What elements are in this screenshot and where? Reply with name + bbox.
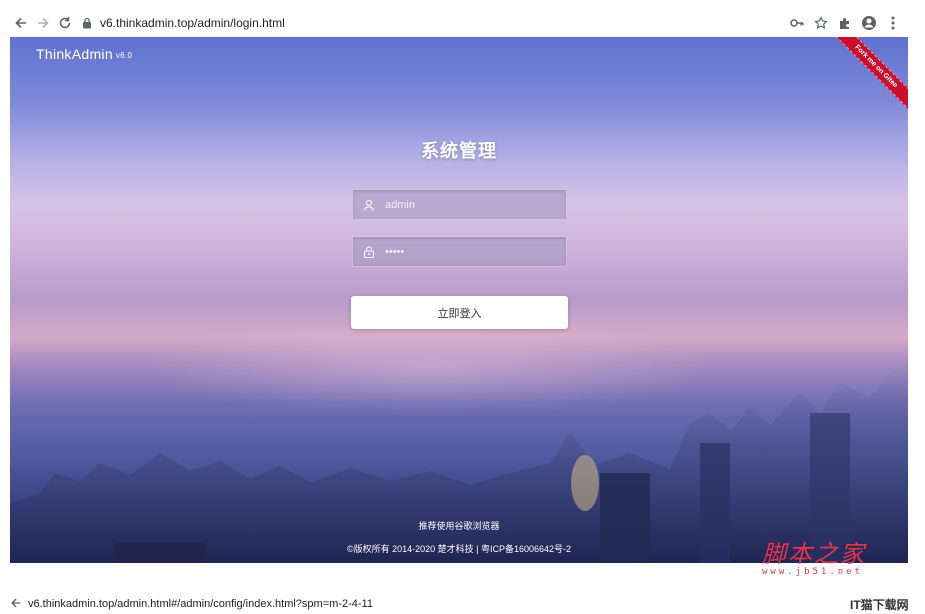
address-bar[interactable]: v6.thinkadmin.top/admin/login.html	[82, 11, 788, 35]
username-field[interactable]	[352, 189, 567, 220]
forward-arrow-icon[interactable]	[32, 12, 54, 34]
profile-icon[interactable]	[860, 14, 878, 32]
url-text: v6.thinkadmin.top/admin/login.html	[100, 15, 285, 30]
fork-ribbon[interactable]: Fork me on Gitee	[828, 37, 908, 117]
back-arrow-icon[interactable]	[10, 597, 22, 612]
back-arrow-icon[interactable]	[10, 12, 32, 34]
watermark-main: 脚本之家	[762, 540, 866, 568]
login-page-background: ThinkAdminv6.0 Fork me on Gitee 系统管理 立即登…	[10, 37, 908, 563]
url-text-secondary[interactable]: v6.thinkadmin.top/admin.html#/admin/conf…	[28, 598, 373, 610]
key-icon[interactable]	[788, 14, 806, 32]
menu-dots-icon[interactable]	[884, 14, 902, 32]
password-field[interactable]	[352, 236, 567, 267]
user-icon	[353, 189, 385, 220]
login-button[interactable]: 立即登入	[351, 296, 568, 329]
puzzle-icon[interactable]	[836, 14, 854, 32]
reload-icon[interactable]	[54, 12, 76, 34]
fork-ribbon-text: Fork me on Gitee	[828, 37, 908, 115]
password-input[interactable]	[385, 237, 566, 266]
browser-recommendation: 推荐使用谷歌浏览器	[418, 521, 500, 531]
brand-logo[interactable]: ThinkAdmin v6.0	[36, 46, 132, 62]
lock-icon	[82, 17, 94, 29]
username-input[interactable]	[385, 190, 566, 219]
corner-logo: IT猫下载网	[850, 598, 909, 612]
lock-icon	[353, 236, 385, 267]
version-label: v6.0	[115, 51, 133, 60]
site-watermark: 脚本之家 www.jb51.net	[762, 534, 882, 577]
browser-toolbar-secondary: v6.thinkadmin.top/admin.html#/admin/conf…	[10, 594, 908, 614]
star-icon[interactable]	[812, 14, 830, 32]
brand-name: ThinkAdmin	[36, 46, 113, 62]
browser-toolbar: v6.thinkadmin.top/admin/login.html	[10, 8, 908, 37]
page-title: 系统管理	[421, 141, 497, 161]
